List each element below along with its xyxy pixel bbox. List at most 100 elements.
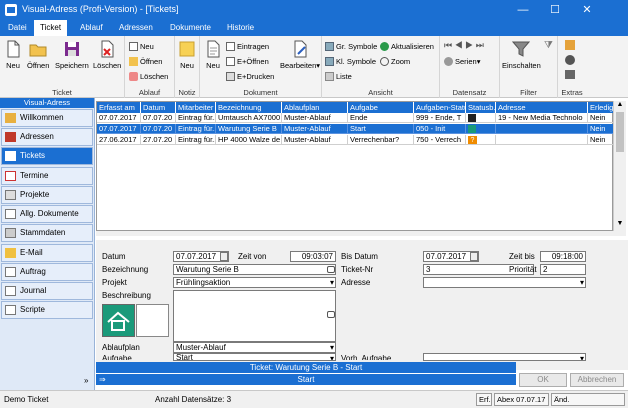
ablauf-new-button[interactable]: Neu [129, 41, 154, 52]
ticket-save-button[interactable]: Speichern [55, 40, 89, 70]
cell-mitarbeiter: Eintrag für.. [176, 124, 216, 134]
extras-print-icon[interactable] [565, 70, 575, 79]
cell-aufgaben-status: 750 - Verrech [414, 135, 466, 145]
nav-item-tickets[interactable]: Tickets [1, 147, 93, 165]
serien-dropdown[interactable]: Serien▾ [444, 56, 480, 67]
status-bar: Demo Ticket Anzahl Datensätze: 3 Erf. Ab… [0, 390, 628, 408]
ticket-new-button[interactable]: Neu [4, 40, 22, 70]
project-icon [5, 190, 16, 200]
nav-item-auftrag[interactable]: Auftrag [1, 263, 93, 281]
dokument-edit-button[interactable]: Bearbeiten▾ [280, 40, 320, 70]
list-view-button[interactable]: Liste [325, 71, 352, 82]
nav-item-stammdaten[interactable]: Stammdaten [1, 224, 93, 242]
menu-ablauf[interactable]: Ablauf [74, 20, 109, 36]
zoom-button[interactable]: Zoom [380, 56, 410, 67]
column-header-adresse[interactable]: Adresse [496, 102, 588, 113]
column-header-ablaufplan[interactable]: Ablaufplan [282, 102, 348, 113]
menu-ticket[interactable]: Ticket [34, 20, 68, 36]
beschreibung-comment-icon[interactable] [327, 311, 335, 318]
bis-calendar-picker-icon[interactable] [470, 252, 478, 261]
cell-aufgabe: Verrechenbar? [348, 135, 414, 145]
scroll-thumb[interactable] [616, 112, 624, 152]
cancel-button[interactable]: Abbrechen [570, 373, 624, 387]
nav-item-allg-dokumente[interactable]: Allg. Dokumente [1, 205, 93, 223]
dokument-eintragen-button[interactable]: Eintragen [226, 41, 269, 52]
zeit-von-field[interactable]: 09:03:07 [290, 251, 336, 262]
menu-dokumente[interactable]: Dokumente [164, 20, 217, 36]
column-header-bezeichnung[interactable]: Bezeichnung [216, 102, 282, 113]
column-header-statusb[interactable]: Statusb. [466, 102, 496, 113]
extras-options-icon[interactable] [565, 40, 575, 50]
beschreibung-textarea[interactable] [173, 290, 336, 342]
vorh-aufgabe-dropdown[interactable] [423, 353, 586, 361]
extras-help-icon[interactable] [565, 55, 575, 65]
cell-ablaufplan: Muster-Ablauf [282, 135, 348, 145]
nav-item-projekte[interactable]: Projekte [1, 186, 93, 204]
filter-small-icon[interactable]: ⧩ [544, 40, 553, 51]
menu-historie[interactable]: Historie [221, 20, 260, 36]
address-book-icon [5, 132, 16, 142]
prev-record-icon[interactable]: ◀ [455, 40, 463, 50]
refresh-button[interactable]: Aktualisieren [380, 41, 434, 52]
column-header-aufgaben-status[interactable]: Aufgaben-Status [414, 102, 466, 113]
zeit-bis-field[interactable]: 09:18:00 [540, 251, 586, 262]
cell-mitarbeiter: Eintrag für.. [176, 135, 216, 145]
dokument-new-button[interactable]: Neu [204, 40, 222, 70]
column-header-datum[interactable]: Datum [141, 102, 176, 113]
ablaufplan-dropdown[interactable]: Muster-Ablauf [173, 342, 336, 353]
table-horizontal-scrollbar[interactable] [96, 231, 626, 236]
adresse-dropdown[interactable] [423, 277, 586, 288]
column-header-erfasst[interactable]: Erfasst am [97, 102, 141, 113]
cell-bezeichnung: HP 4000 Walze de [216, 135, 282, 145]
scroll-up-icon[interactable]: ▲ [614, 101, 626, 111]
first-record-icon[interactable]: ⏮ [444, 40, 452, 50]
small-icons-button[interactable]: Kl. Symbole [325, 56, 376, 67]
menu-bar: Datei Ticket Ablauf Adressen Dokumente H… [0, 20, 628, 36]
nav-item-willkommen[interactable]: Willkommen [1, 109, 93, 127]
nav-item-adressen[interactable]: Adressen [1, 128, 93, 146]
nav-item-scripte[interactable]: Scripte [1, 301, 93, 319]
aufgabe-dropdown[interactable]: Start [173, 353, 336, 361]
menu-adressen[interactable]: Adressen [113, 20, 159, 36]
cell-ablaufplan: Muster-Ablauf [282, 113, 348, 123]
beschreibung-label: Beschreibung [102, 291, 151, 300]
task-start-bar[interactable]: ⇒ Start [96, 374, 516, 385]
cell-aufgaben-status: 050 - Init [414, 124, 466, 134]
large-icons-button[interactable]: Gr. Symbole [325, 41, 377, 52]
minimize-button[interactable]: — [508, 0, 538, 20]
nav-item-termine[interactable]: Termine [1, 167, 93, 185]
edit-document-icon [294, 40, 307, 58]
nav-expand-icon[interactable]: » [84, 376, 88, 385]
ablauf-delete-button[interactable]: Löschen [129, 71, 168, 82]
last-record-icon[interactable]: ⏭ [476, 40, 484, 50]
ablauf-open-button[interactable]: Öffnen [129, 56, 162, 67]
prioritaet-field[interactable]: 2 [540, 264, 586, 275]
close-button[interactable]: ✕ [570, 0, 604, 20]
ticket-delete-button[interactable]: Löschen [93, 40, 121, 70]
filter-enable-button[interactable]: Einschalten [502, 40, 541, 70]
column-header-mitarbeiter[interactable]: Mitarbeiter [176, 102, 216, 113]
table-vertical-scrollbar[interactable]: ▲ ▼ [613, 101, 626, 231]
column-header-erledigt[interactable]: Erledigt [588, 102, 614, 113]
nav-item-email[interactable]: E-Mail [1, 244, 93, 262]
next-record-icon[interactable]: ▶ [465, 40, 473, 50]
notiz-new-button[interactable]: Neu [178, 40, 196, 70]
menu-datei[interactable]: Datei [2, 20, 33, 36]
ticket-open-button[interactable]: Öffnen [27, 40, 49, 70]
projekt-dropdown[interactable]: Frühlingsaktion [173, 277, 336, 288]
record-nav-arrows[interactable]: ⏮ ◀ ▶ ⏭ [444, 40, 484, 51]
record-count: Anzahl Datensätze: 3 [155, 395, 232, 404]
bezeichnung-comment-icon[interactable] [327, 266, 335, 273]
envelope-icon [5, 248, 16, 258]
bezeichnung-field[interactable]: Warutung Serie B [173, 264, 336, 275]
calendar-picker-icon[interactable] [220, 252, 228, 261]
group-label-extras: Extras [561, 88, 583, 97]
ok-button[interactable]: OK [519, 373, 567, 387]
dokument-print-button[interactable]: E+Drucken [226, 71, 274, 82]
column-header-aufgabe[interactable]: Aufgabe [348, 102, 414, 113]
nav-item-journal[interactable]: Journal [1, 282, 93, 300]
cell-erfasst: 07.07.2017 [97, 113, 141, 123]
scroll-down-icon[interactable]: ▼ [614, 220, 626, 230]
dokument-open-button[interactable]: E+Öffnen [226, 56, 269, 67]
maximize-button[interactable]: ☐ [540, 0, 570, 20]
